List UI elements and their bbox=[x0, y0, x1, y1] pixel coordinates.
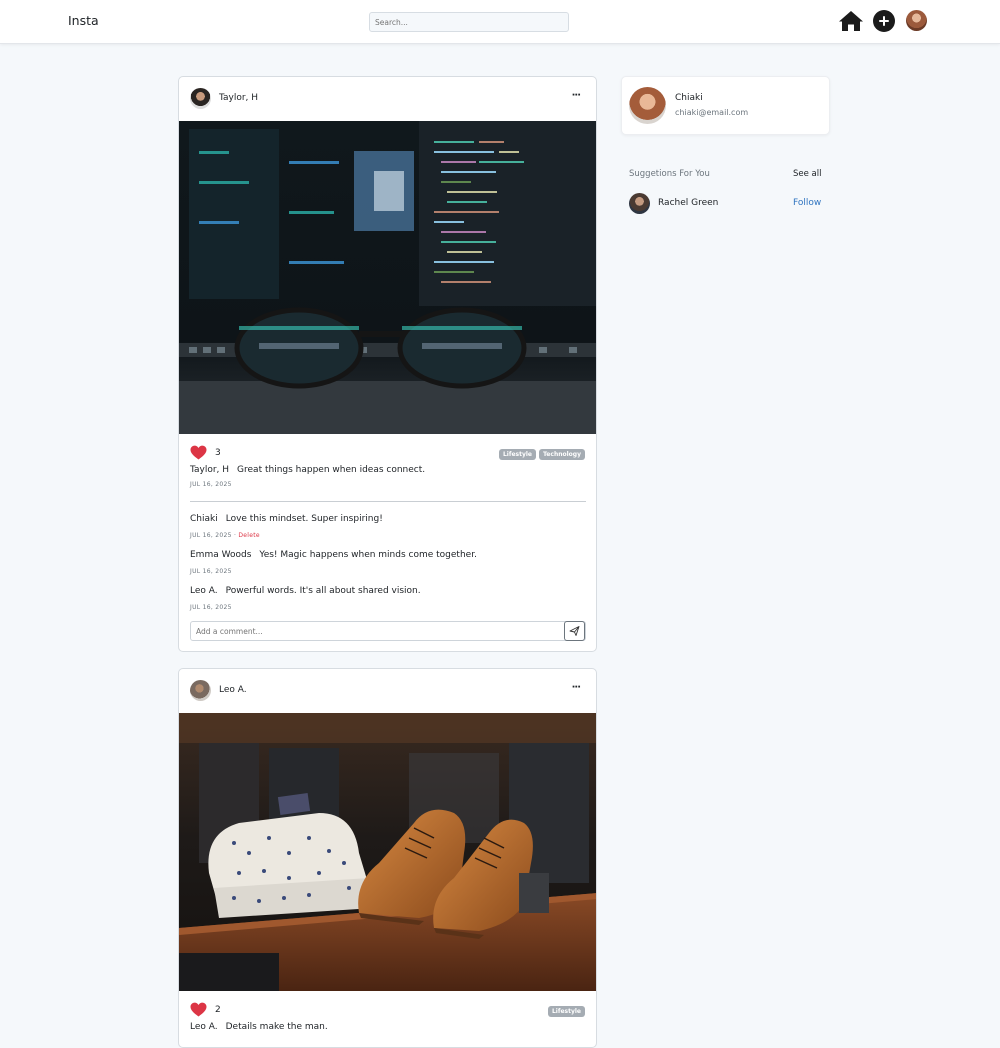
follow-button[interactable]: Follow bbox=[793, 198, 821, 208]
send-comment-button[interactable] bbox=[564, 621, 585, 641]
post-caption: Leo A. Details make the man. bbox=[190, 1022, 328, 1032]
suggestion-avatar[interactable] bbox=[629, 193, 650, 214]
delete-comment-link[interactable]: Delete bbox=[238, 532, 260, 539]
home-icon[interactable] bbox=[838, 10, 864, 32]
comment: Emma Woods Yes! Magic happens when minds … bbox=[190, 550, 477, 560]
post-author[interactable]: Leo A. bbox=[219, 685, 247, 695]
like-count: 2 bbox=[215, 1005, 221, 1015]
comment: Leo A. Powerful words. It's all about sha… bbox=[190, 586, 421, 596]
comment-author[interactable]: Leo A. bbox=[190, 586, 218, 596]
author-avatar[interactable] bbox=[190, 680, 211, 701]
comment: Chiaki Love this mindset. Super inspiring… bbox=[190, 514, 383, 524]
tag-badge[interactable]: Lifestyle bbox=[498, 449, 537, 460]
comment-date: JUL 16, 2025 bbox=[190, 568, 232, 575]
post-card: Leo A. ··· 2 Lifestyle Leo A. Details ma… bbox=[178, 668, 597, 1048]
comment-input[interactable] bbox=[191, 622, 567, 640]
comment-date: JUL 16, 2025 bbox=[190, 532, 232, 539]
search-input[interactable] bbox=[369, 12, 569, 32]
post-caption: Taylor, H Great things happen when ideas … bbox=[190, 465, 425, 475]
suggestion-name[interactable]: Rachel Green bbox=[658, 198, 718, 208]
post-author[interactable]: Taylor, H bbox=[219, 93, 258, 103]
post-header: Taylor, H ··· bbox=[179, 77, 596, 121]
profile-email: chiaki@email.com bbox=[675, 108, 749, 117]
see-all-link[interactable]: See all bbox=[793, 169, 822, 179]
divider bbox=[190, 501, 586, 502]
heart-icon[interactable] bbox=[190, 1002, 207, 1017]
profile-card: Chiaki chiaki@email.com bbox=[621, 76, 830, 135]
post-tags: Lifestyle Technology bbox=[498, 449, 585, 460]
caption-text: Great things happen when ideas connect. bbox=[237, 465, 426, 475]
more-options-icon[interactable]: ··· bbox=[572, 682, 581, 693]
brand-logo[interactable]: Insta bbox=[68, 13, 99, 28]
comment-author[interactable]: Chiaki bbox=[190, 514, 218, 524]
post-card: Taylor, H ··· 3 Lifestyle Technology Tay… bbox=[178, 76, 597, 652]
comment-author[interactable]: Emma Woods bbox=[190, 550, 251, 560]
user-avatar[interactable] bbox=[906, 10, 927, 31]
post-date: JUL 16, 2025 bbox=[190, 481, 232, 488]
heart-icon[interactable] bbox=[190, 445, 207, 460]
comment-text: Powerful words. It's all about shared vi… bbox=[225, 586, 421, 596]
tag-badge[interactable]: Lifestyle bbox=[547, 1006, 585, 1017]
suggestions-title: Suggetions For You bbox=[629, 169, 710, 179]
author-avatar[interactable] bbox=[190, 88, 211, 109]
post-tags: Lifestyle bbox=[547, 1006, 585, 1017]
post-image bbox=[179, 121, 596, 434]
post-image bbox=[179, 713, 596, 991]
caption-text: Details make the man. bbox=[225, 1022, 328, 1032]
comment-meta: JUL 16, 2025 · Delete bbox=[190, 532, 260, 539]
post-header: Leo A. ··· bbox=[179, 669, 596, 713]
caption-author[interactable]: Taylor, H bbox=[190, 465, 229, 475]
top-navbar: Insta bbox=[0, 0, 1000, 44]
profile-avatar[interactable] bbox=[629, 87, 666, 124]
send-icon bbox=[569, 626, 580, 636]
comment-text: Yes! Magic happens when minds come toget… bbox=[259, 550, 477, 560]
comment-form bbox=[190, 621, 586, 641]
tag-badge[interactable]: Technology bbox=[539, 449, 585, 460]
add-post-icon[interactable] bbox=[873, 10, 895, 32]
comment-text: Love this mindset. Super inspiring! bbox=[225, 514, 383, 524]
comment-date: JUL 16, 2025 bbox=[190, 604, 232, 611]
more-options-icon[interactable]: ··· bbox=[572, 90, 581, 101]
caption-author[interactable]: Leo A. bbox=[190, 1022, 218, 1032]
profile-name[interactable]: Chiaki bbox=[675, 93, 703, 103]
like-count: 3 bbox=[215, 448, 221, 458]
